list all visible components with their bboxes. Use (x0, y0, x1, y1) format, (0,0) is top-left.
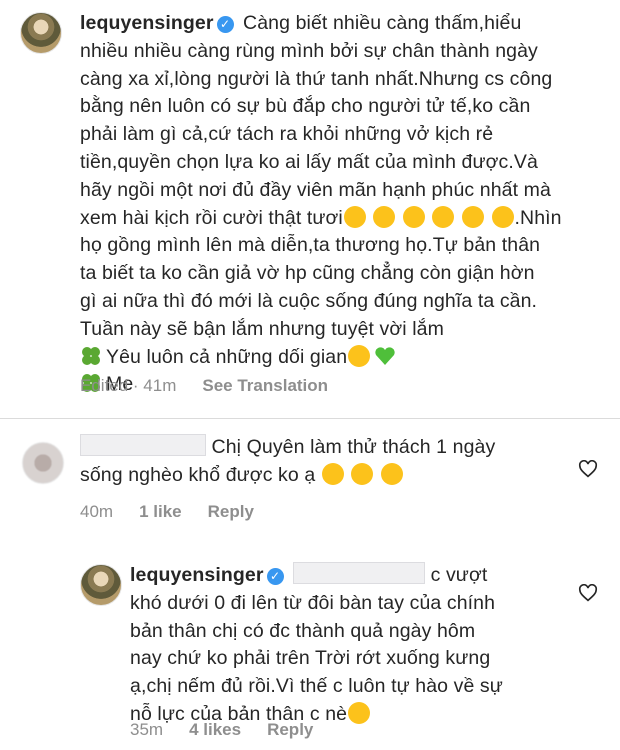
heart-eyes-emoji-icon (348, 701, 371, 724)
reply-line: khó dưới 0 đi lên từ đôi bàn tay của chí… (130, 591, 496, 614)
caption-line: ta biết ta ko cần giả vờ hp cũng chẳng c… (80, 262, 535, 285)
redacted-username[interactable] (80, 434, 206, 456)
kiss-emoji-icon (461, 205, 484, 228)
commenter-avatar[interactable] (22, 442, 64, 484)
caption-meta: Edited · 41m See Translation (80, 376, 354, 396)
joy-emoji-icon (351, 462, 374, 485)
verified-badge-icon: ✓ (216, 16, 234, 33)
caption-line: hãy ngồi một nơi đủ đầy viên mãn hạnh ph… (80, 178, 551, 201)
reply-button[interactable]: Reply (208, 502, 254, 521)
comment-time: 40m (80, 502, 114, 521)
reply-line: ạ,chị nếm đủ rồi.Vì thế c luôn tự hào về… (130, 675, 503, 698)
see-translation-link[interactable]: See Translation (202, 376, 328, 395)
joy-emoji-icon (321, 462, 344, 485)
caption-line: xem hài kịch rồi cười thật tươi (80, 206, 343, 229)
caption-line-tail: .Nhìn (514, 206, 562, 229)
reply-button[interactable]: Reply (267, 720, 313, 739)
reply-line: c vượt (430, 564, 488, 586)
comment-line: sống nghèo khổ được ko ạ (80, 463, 316, 486)
grin-emoji-icon (343, 205, 366, 228)
reply-likes[interactable]: 4 likes (189, 720, 241, 739)
owner-avatar[interactable] (80, 564, 122, 606)
green-heart-emoji-icon (375, 346, 395, 365)
reply-text: lequyensinger ✓ c vượt khó dưới 0 đi lên … (130, 562, 560, 729)
joy-emoji-icon (380, 462, 403, 485)
divider (0, 418, 620, 419)
reply-username[interactable]: lequyensinger (130, 564, 264, 586)
caption-line: Yêu luôn cả những dối gian (106, 345, 348, 368)
grin-emoji-icon (373, 205, 396, 228)
caption-comment: lequyensinger ✓ Càng biết nhiều càng thấm… (0, 0, 620, 410)
comment-line: Chị Quyên làm thử thách 1 ngày (211, 436, 496, 458)
reply-meta: 35m 4 likes Reply (130, 720, 339, 740)
caption-text: lequyensinger ✓ Càng biết nhiều càng thấm… (80, 10, 600, 399)
reply-line: bản thân chị có đc thành quả ngày hôm (130, 619, 476, 642)
caption-line: Càng biết nhiều càng thấm,hiểu (243, 12, 522, 34)
reply-time: 35m (130, 720, 164, 739)
caption-username[interactable]: lequyensinger (80, 12, 214, 34)
redacted-mention[interactable] (293, 562, 426, 584)
comment: Chị Quyên làm thử thách 1 ngày sống nghè… (0, 420, 620, 540)
caption-line: gì ai nữa thì đó mới là cuộc sống đúng n… (80, 289, 538, 312)
caption-line: nhiều nhiều càng rùng mình bởi sự chân t… (80, 39, 538, 62)
caption-line: tiền,quyền chọn lựa ko ai lấy mất của mì… (80, 150, 538, 173)
like-heart-icon[interactable] (578, 460, 598, 478)
caption-line: bằng nên luôn có sự bù đắp cho người tử … (80, 95, 531, 118)
reply-comment: lequyensinger ✓ c vượt khó dưới 0 đi lên … (0, 550, 620, 750)
like-heart-icon[interactable] (578, 584, 598, 602)
kiss-emoji-icon (432, 205, 455, 228)
clover-emoji-icon (82, 346, 100, 365)
verified-badge-icon: ✓ (266, 568, 284, 585)
comment-likes[interactable]: 1 like (139, 502, 182, 521)
comment-meta: 40m 1 like Reply (80, 502, 280, 522)
comment-text: Chị Quyên làm thử thách 1 ngày sống nghè… (80, 434, 550, 490)
caption-line: càng xa xỉ,lòng người là thứ tanh nhất.N… (80, 67, 553, 90)
caption-line: Tuần này sẽ bận lắm nhưng tuyệt vời lắm (80, 317, 444, 340)
grin-emoji-icon (402, 205, 425, 228)
edited-timestamp: Edited · 41m (80, 376, 177, 395)
owner-avatar[interactable] (20, 12, 62, 54)
zany-emoji-icon (348, 344, 371, 367)
reply-line: nay chứ ko phải trên Trời rớt xuống kưng (130, 647, 491, 670)
caption-line: họ gồng mình lên mà diễn,ta thương họ.Tự… (80, 234, 541, 257)
caption-line: phải làm gì cả,cứ tách ra khỏi những vở … (80, 123, 494, 146)
kiss-emoji-icon (491, 205, 514, 228)
